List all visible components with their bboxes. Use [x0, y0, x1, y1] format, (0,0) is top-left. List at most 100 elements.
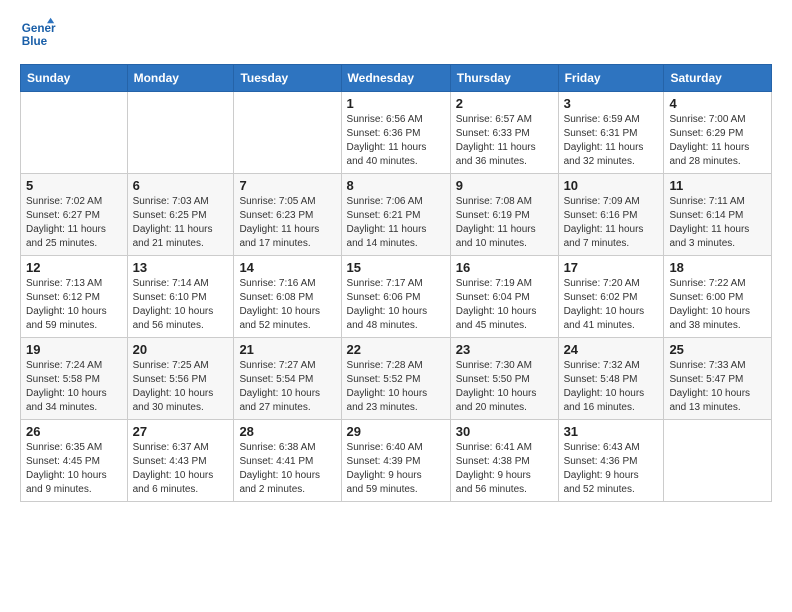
day-info: Sunrise: 7:02 AM Sunset: 6:27 PM Dayligh…: [26, 195, 122, 251]
day-cell: 22 Sunrise: 7:28 AM Sunset: 5:52 PM Dayli…: [341, 338, 450, 420]
day-number: 13: [133, 260, 229, 275]
day-info: Sunrise: 6:56 AM Sunset: 6:36 PM Dayligh…: [347, 113, 445, 169]
day-cell: 6 Sunrise: 7:03 AM Sunset: 6:25 PM Daylig…: [127, 174, 234, 256]
day-cell: 21 Sunrise: 7:27 AM Sunset: 5:54 PM Dayli…: [234, 338, 341, 420]
day-cell: 18Sunrise: 7:22 AM Sunset: 6:00 PM Dayli…: [664, 256, 772, 338]
day-cell: 13 Sunrise: 7:14 AM Sunset: 6:10 PM Dayli…: [127, 256, 234, 338]
day-number: 31: [564, 424, 659, 439]
day-info: Sunrise: 7:11 AM Sunset: 6:14 PM Dayligh…: [669, 195, 766, 251]
day-number: 14: [239, 260, 335, 275]
weekday-header-wednesday: Wednesday: [341, 65, 450, 92]
day-info: Sunrise: 7:08 AM Sunset: 6:19 PM Dayligh…: [456, 195, 553, 251]
day-cell: 14 Sunrise: 7:16 AM Sunset: 6:08 PM Dayli…: [234, 256, 341, 338]
day-info: Sunrise: 7:19 AM Sunset: 6:04 PM Dayligh…: [456, 277, 553, 333]
day-info: Sunrise: 7:30 AM Sunset: 5:50 PM Dayligh…: [456, 359, 553, 415]
day-cell: 23 Sunrise: 7:30 AM Sunset: 5:50 PM Dayli…: [450, 338, 558, 420]
day-cell: 12 Sunrise: 7:13 AM Sunset: 6:12 PM Dayli…: [21, 256, 128, 338]
day-cell: 29 Sunrise: 6:40 AM Sunset: 4:39 PM Dayli…: [341, 420, 450, 502]
day-number: 27: [133, 424, 229, 439]
day-number: 18: [669, 260, 766, 275]
logo-icon: General Blue: [20, 16, 56, 52]
day-cell: 19 Sunrise: 7:24 AM Sunset: 5:58 PM Dayli…: [21, 338, 128, 420]
day-info: Sunrise: 7:27 AM Sunset: 5:54 PM Dayligh…: [239, 359, 335, 415]
weekday-header-saturday: Saturday: [664, 65, 772, 92]
day-cell: 7 Sunrise: 7:05 AM Sunset: 6:23 PM Daylig…: [234, 174, 341, 256]
day-info: Sunrise: 7:05 AM Sunset: 6:23 PM Dayligh…: [239, 195, 335, 251]
day-info: Sunrise: 7:06 AM Sunset: 6:21 PM Dayligh…: [347, 195, 445, 251]
day-number: 22: [347, 342, 445, 357]
day-cell: [21, 92, 128, 174]
day-cell: 31 Sunrise: 6:43 AM Sunset: 4:36 PM Dayli…: [558, 420, 664, 502]
day-info: Sunrise: 6:43 AM Sunset: 4:36 PM Dayligh…: [564, 441, 659, 497]
day-cell: 2Sunrise: 6:57 AM Sunset: 6:33 PM Daylig…: [450, 92, 558, 174]
day-info: Sunrise: 7:25 AM Sunset: 5:56 PM Dayligh…: [133, 359, 229, 415]
day-number: 8: [347, 178, 445, 193]
day-info: Sunrise: 7:17 AM Sunset: 6:06 PM Dayligh…: [347, 277, 445, 333]
day-info: Sunrise: 6:38 AM Sunset: 4:41 PM Dayligh…: [239, 441, 335, 497]
day-cell: 20 Sunrise: 7:25 AM Sunset: 5:56 PM Dayli…: [127, 338, 234, 420]
weekday-header-sunday: Sunday: [21, 65, 128, 92]
day-info: Sunrise: 7:14 AM Sunset: 6:10 PM Dayligh…: [133, 277, 229, 333]
day-cell: 9 Sunrise: 7:08 AM Sunset: 6:19 PM Daylig…: [450, 174, 558, 256]
day-number: 9: [456, 178, 553, 193]
day-number: 12: [26, 260, 122, 275]
day-number: 25: [669, 342, 766, 357]
day-cell: 8 Sunrise: 7:06 AM Sunset: 6:21 PM Daylig…: [341, 174, 450, 256]
day-cell: [234, 92, 341, 174]
day-info: Sunrise: 6:59 AM Sunset: 6:31 PM Dayligh…: [564, 113, 659, 169]
day-cell: 4Sunrise: 7:00 AM Sunset: 6:29 PM Daylig…: [664, 92, 772, 174]
weekday-header-thursday: Thursday: [450, 65, 558, 92]
day-number: 29: [347, 424, 445, 439]
day-number: 24: [564, 342, 659, 357]
page: General Blue SundayMondayTuesdayWednesda…: [0, 0, 792, 612]
day-cell: 17Sunrise: 7:20 AM Sunset: 6:02 PM Dayli…: [558, 256, 664, 338]
weekday-header-monday: Monday: [127, 65, 234, 92]
day-info: Sunrise: 7:32 AM Sunset: 5:48 PM Dayligh…: [564, 359, 659, 415]
day-info: Sunrise: 6:40 AM Sunset: 4:39 PM Dayligh…: [347, 441, 445, 497]
day-number: 7: [239, 178, 335, 193]
day-info: Sunrise: 6:41 AM Sunset: 4:38 PM Dayligh…: [456, 441, 553, 497]
day-info: Sunrise: 7:09 AM Sunset: 6:16 PM Dayligh…: [564, 195, 659, 251]
day-info: Sunrise: 7:28 AM Sunset: 5:52 PM Dayligh…: [347, 359, 445, 415]
day-cell: [664, 420, 772, 502]
day-number: 15: [347, 260, 445, 275]
day-number: 10: [564, 178, 659, 193]
weekday-header-tuesday: Tuesday: [234, 65, 341, 92]
day-cell: 3 Sunrise: 6:59 AM Sunset: 6:31 PM Daylig…: [558, 92, 664, 174]
day-info: Sunrise: 7:13 AM Sunset: 6:12 PM Dayligh…: [26, 277, 122, 333]
day-cell: 28 Sunrise: 6:38 AM Sunset: 4:41 PM Dayli…: [234, 420, 341, 502]
day-info: Sunrise: 7:24 AM Sunset: 5:58 PM Dayligh…: [26, 359, 122, 415]
day-number: 5: [26, 178, 122, 193]
week-row-4: 19 Sunrise: 7:24 AM Sunset: 5:58 PM Dayli…: [21, 338, 772, 420]
day-cell: 24 Sunrise: 7:32 AM Sunset: 5:48 PM Dayli…: [558, 338, 664, 420]
day-number: 19: [26, 342, 122, 357]
logo: General Blue: [20, 16, 60, 52]
day-number: 4: [669, 96, 766, 111]
day-number: 28: [239, 424, 335, 439]
day-number: 17: [564, 260, 659, 275]
week-row-3: 12 Sunrise: 7:13 AM Sunset: 6:12 PM Dayli…: [21, 256, 772, 338]
day-cell: 10 Sunrise: 7:09 AM Sunset: 6:16 PM Dayli…: [558, 174, 664, 256]
day-info: Sunrise: 7:16 AM Sunset: 6:08 PM Dayligh…: [239, 277, 335, 333]
day-number: 3: [564, 96, 659, 111]
day-info: Sunrise: 7:33 AM Sunset: 5:47 PM Dayligh…: [669, 359, 766, 415]
calendar: SundayMondayTuesdayWednesdayThursdayFrid…: [20, 64, 772, 502]
day-cell: [127, 92, 234, 174]
day-cell: 16 Sunrise: 7:19 AM Sunset: 6:04 PM Dayli…: [450, 256, 558, 338]
day-number: 20: [133, 342, 229, 357]
day-info: Sunrise: 7:03 AM Sunset: 6:25 PM Dayligh…: [133, 195, 229, 251]
day-number: 30: [456, 424, 553, 439]
day-cell: 5 Sunrise: 7:02 AM Sunset: 6:27 PM Daylig…: [21, 174, 128, 256]
day-number: 11: [669, 178, 766, 193]
day-cell: 15 Sunrise: 7:17 AM Sunset: 6:06 PM Dayli…: [341, 256, 450, 338]
day-number: 23: [456, 342, 553, 357]
day-number: 21: [239, 342, 335, 357]
day-info: Sunrise: 6:37 AM Sunset: 4:43 PM Dayligh…: [133, 441, 229, 497]
weekday-header-friday: Friday: [558, 65, 664, 92]
day-cell: 11 Sunrise: 7:11 AM Sunset: 6:14 PM Dayli…: [664, 174, 772, 256]
day-info: Sunrise: 6:35 AM Sunset: 4:45 PM Dayligh…: [26, 441, 122, 497]
day-cell: 25 Sunrise: 7:33 AM Sunset: 5:47 PM Dayli…: [664, 338, 772, 420]
day-number: 6: [133, 178, 229, 193]
week-row-1: 1Sunrise: 6:56 AM Sunset: 6:36 PM Daylig…: [21, 92, 772, 174]
day-number: 16: [456, 260, 553, 275]
